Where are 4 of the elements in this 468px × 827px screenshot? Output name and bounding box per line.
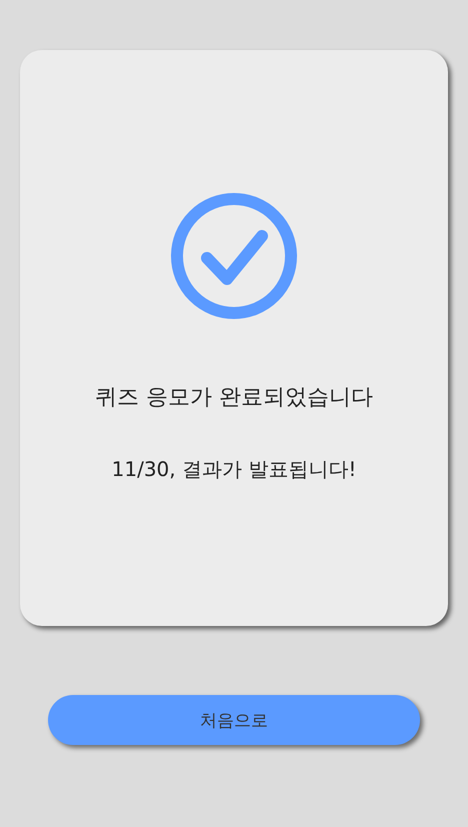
announcement-text: 11/30, 결과가 발표됩니다! bbox=[112, 456, 356, 483]
check-circle-icon bbox=[170, 192, 298, 320]
completion-title: 퀴즈 응모가 완료되었습니다 bbox=[95, 384, 373, 412]
home-button[interactable]: 처음으로 bbox=[48, 695, 420, 745]
